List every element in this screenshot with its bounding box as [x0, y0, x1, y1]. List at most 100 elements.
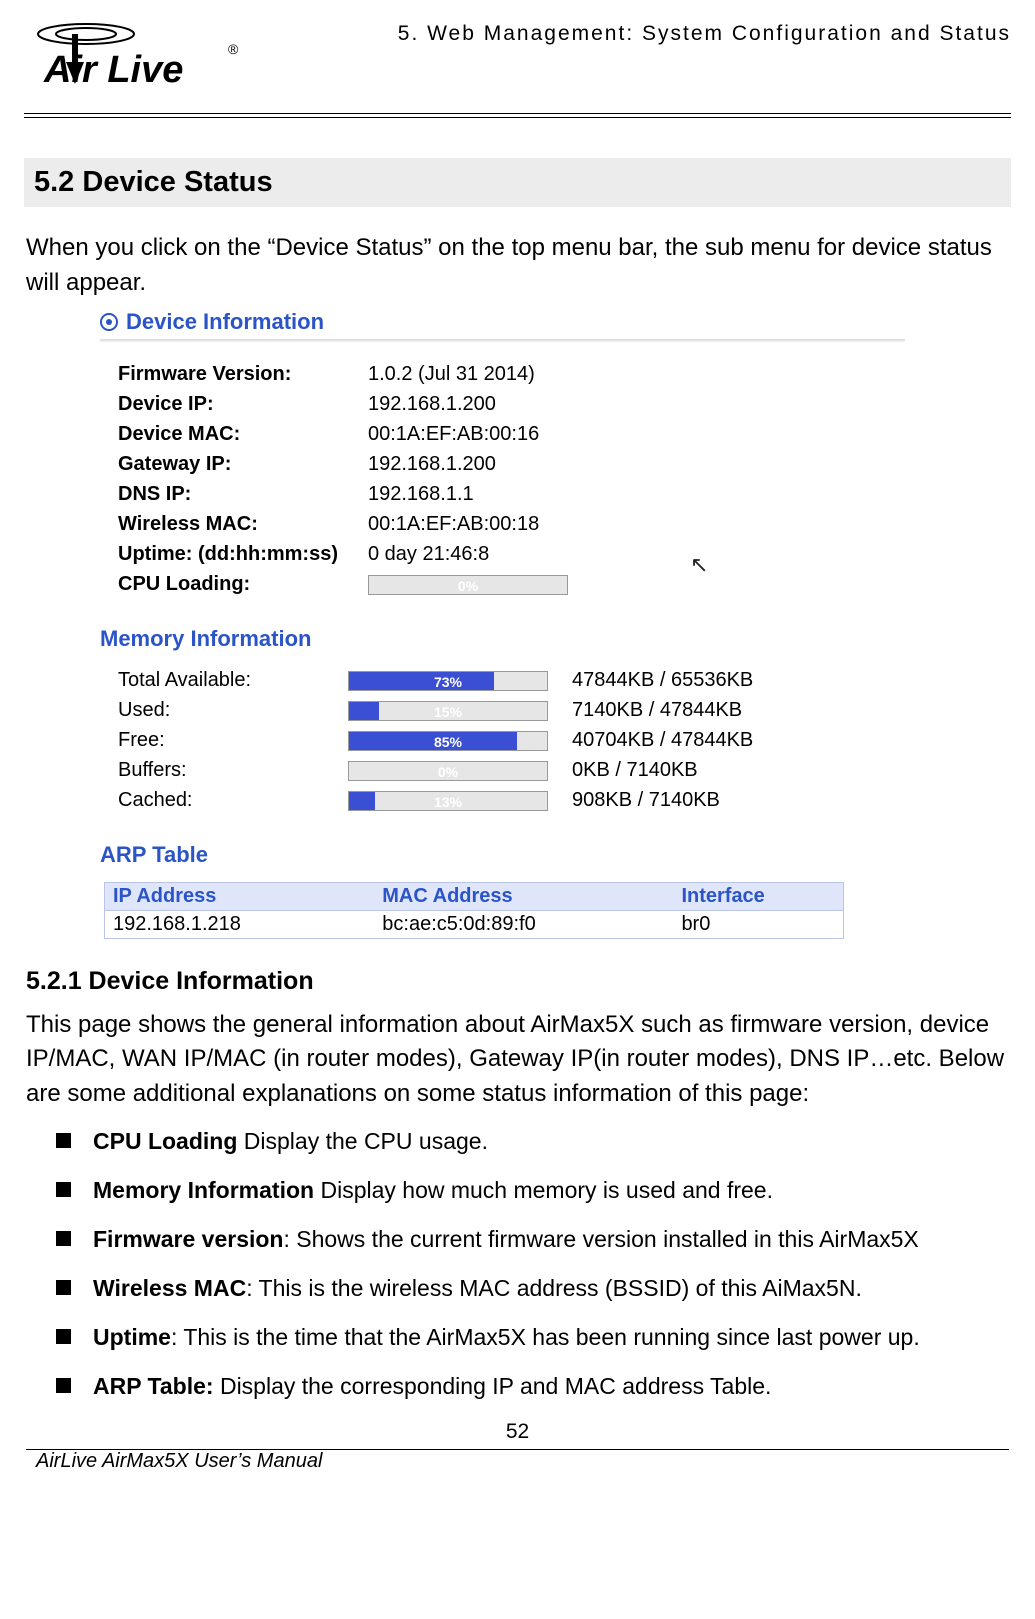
- memory-value: 908KB / 7140KB: [572, 789, 720, 812]
- subsection-title: 5.2.1 Device Information: [26, 967, 1009, 996]
- device-info-value: 192.168.1.200: [368, 453, 608, 476]
- arp-header-row: IP Address MAC Address Interface: [104, 882, 844, 911]
- bullet-text: Wireless MAC: This is the wireless MAC a…: [93, 1273, 862, 1304]
- device-info-row-cpu: CPU Loading:0%: [118, 570, 975, 600]
- memory-info-table: Total Available:73% 47844KB / 65536KB Used…: [118, 666, 975, 816]
- memory-value: 40704KB / 47844KB: [572, 729, 753, 752]
- arp-header-ip: IP Address: [105, 883, 374, 910]
- square-bullet-icon: [56, 1231, 71, 1246]
- subsection-para: This page shows the general information …: [26, 1008, 1009, 1112]
- arp-heading: ARP Table: [100, 842, 975, 868]
- device-info-table: Firmware Version:1.0.2 (Jul 31 2014)Devi…: [118, 360, 975, 600]
- svg-text:®: ®: [228, 41, 239, 57]
- memory-progress-label: 0%: [349, 762, 547, 780]
- memory-value: 7140KB / 47844KB: [572, 699, 742, 722]
- logo: Air Live ®: [20, 20, 246, 105]
- arp-ip: 192.168.1.218: [105, 911, 374, 938]
- memory-label: Cached:: [118, 789, 348, 812]
- bullet-item: Uptime: This is the time that the AirMax…: [56, 1322, 1009, 1353]
- arp-mac: bc:ae:c5:0d:89:f0: [374, 911, 673, 938]
- device-info-label: Gateway IP:: [118, 453, 368, 476]
- bullet-text: Firmware version: Shows the current firm…: [93, 1224, 919, 1255]
- memory-value: 0KB / 7140KB: [572, 759, 698, 782]
- cursor-icon: ↖: [690, 552, 708, 578]
- arp-table: IP Address MAC Address Interface 192.168…: [104, 882, 844, 939]
- device-info-row: DNS IP:192.168.1.1: [118, 480, 975, 510]
- memory-label: Free:: [118, 729, 348, 752]
- memory-label: Buffers:: [118, 759, 348, 782]
- device-info-value: 1.0.2 (Jul 31 2014): [368, 363, 608, 386]
- bullet-list: CPU Loading Display the CPU usage. Memory…: [56, 1126, 1009, 1402]
- square-bullet-icon: [56, 1329, 71, 1344]
- bullet-item: ARP Table: Display the corresponding IP …: [56, 1371, 1009, 1402]
- bullet-text: Memory Information Display how much memo…: [93, 1175, 773, 1206]
- device-info-value: 0 day 21:46:8: [368, 543, 608, 566]
- memory-progress-bar: 73%: [348, 671, 548, 691]
- device-info-row: Device IP:192.168.1.200: [118, 390, 975, 420]
- device-info-row: Wireless MAC:00:1A:EF:AB:00:18: [118, 510, 975, 540]
- bullet-item: Wireless MAC: This is the wireless MAC a…: [56, 1273, 1009, 1304]
- section-title: 5.2 Device Status: [24, 158, 1011, 207]
- memory-progress-label: 13%: [349, 792, 547, 810]
- memory-row: Cached:13% 908KB / 7140KB: [118, 786, 975, 816]
- svg-text:Air Live: Air Live: [43, 49, 183, 91]
- section-separator: [100, 339, 905, 342]
- square-bullet-icon: [56, 1133, 71, 1148]
- device-info-row: Device MAC:00:1A:EF:AB:00:16: [118, 420, 975, 450]
- device-info-value: 192.168.1.1: [368, 483, 608, 506]
- memory-progress-bar: 15%: [348, 701, 548, 721]
- device-info-label: Firmware Version:: [118, 363, 368, 386]
- bullet-item: Firmware version: Shows the current firm…: [56, 1224, 1009, 1255]
- memory-row: Free:85% 40704KB / 47844KB: [118, 726, 975, 756]
- memory-progress-bar: 0%: [348, 761, 548, 781]
- square-bullet-icon: [56, 1280, 71, 1295]
- bullet-text: ARP Table: Display the corresponding IP …: [93, 1371, 771, 1402]
- device-info-title-text: Device Information: [126, 309, 324, 335]
- bullet-text: Uptime: This is the time that the AirMax…: [93, 1322, 920, 1353]
- device-info-value: 00:1A:EF:AB:00:16: [368, 423, 608, 446]
- device-info-label: DNS IP:: [118, 483, 368, 506]
- memory-label: Used:: [118, 699, 348, 722]
- section-intro: When you click on the “Device Status” on…: [26, 231, 1009, 301]
- memory-progress-bar: 13%: [348, 791, 548, 811]
- device-info-row: Uptime: (dd:hh:mm:ss)0 day 21:46:8: [118, 540, 975, 570]
- arp-header-iface: Interface: [673, 883, 843, 910]
- memory-progress-label: 85%: [349, 732, 547, 750]
- cpu-progress-bar: 0%: [368, 575, 568, 595]
- cpu-progress-label: 0%: [369, 576, 567, 594]
- memory-value: 47844KB / 65536KB: [572, 669, 753, 692]
- page-number: 52: [20, 1420, 1015, 1444]
- device-info-label: Device MAC:: [118, 423, 368, 446]
- arp-header-mac: MAC Address: [374, 883, 673, 910]
- memory-progress-label: 73%: [349, 672, 547, 690]
- device-info-value: 192.168.1.200: [368, 393, 608, 416]
- memory-progress-bar: 85%: [348, 731, 548, 751]
- device-info-row: Firmware Version:1.0.2 (Jul 31 2014): [118, 360, 975, 390]
- device-info-label: Uptime: (dd:hh:mm:ss): [118, 543, 368, 566]
- memory-row: Buffers:0% 0KB / 7140KB: [118, 756, 975, 786]
- target-icon: [100, 313, 118, 331]
- arp-iface: br0: [673, 911, 843, 938]
- cpu-loading-label: CPU Loading:: [118, 573, 368, 596]
- breadcrumb: 5. Web Management: System Configuration …: [398, 20, 1015, 46]
- header-divider: [24, 113, 1011, 118]
- arp-row: 192.168.1.218bc:ae:c5:0d:89:f0br0: [104, 911, 844, 939]
- memory-row: Used:15% 7140KB / 47844KB: [118, 696, 975, 726]
- device-info-value: 00:1A:EF:AB:00:18: [368, 513, 608, 536]
- device-info-heading: Device Information: [100, 309, 975, 335]
- device-info-label: Device IP:: [118, 393, 368, 416]
- square-bullet-icon: [56, 1378, 71, 1393]
- bullet-text: CPU Loading Display the CPU usage.: [93, 1126, 488, 1157]
- device-info-row: Gateway IP:192.168.1.200: [118, 450, 975, 480]
- memory-row: Total Available:73% 47844KB / 65536KB: [118, 666, 975, 696]
- airlive-logo-icon: Air Live ®: [26, 20, 246, 100]
- memory-info-heading: Memory Information: [100, 626, 975, 652]
- bullet-item: CPU Loading Display the CPU usage.: [56, 1126, 1009, 1157]
- device-info-label: Wireless MAC:: [118, 513, 368, 536]
- memory-label: Total Available:: [118, 669, 348, 692]
- memory-progress-label: 15%: [349, 702, 547, 720]
- square-bullet-icon: [56, 1182, 71, 1197]
- bullet-item: Memory Information Display how much memo…: [56, 1175, 1009, 1206]
- device-status-screenshot: Device Information Firmware Version:1.0.…: [100, 309, 975, 939]
- footer-manual-name: AirLive AirMax5X User’s Manual: [26, 1446, 322, 1473]
